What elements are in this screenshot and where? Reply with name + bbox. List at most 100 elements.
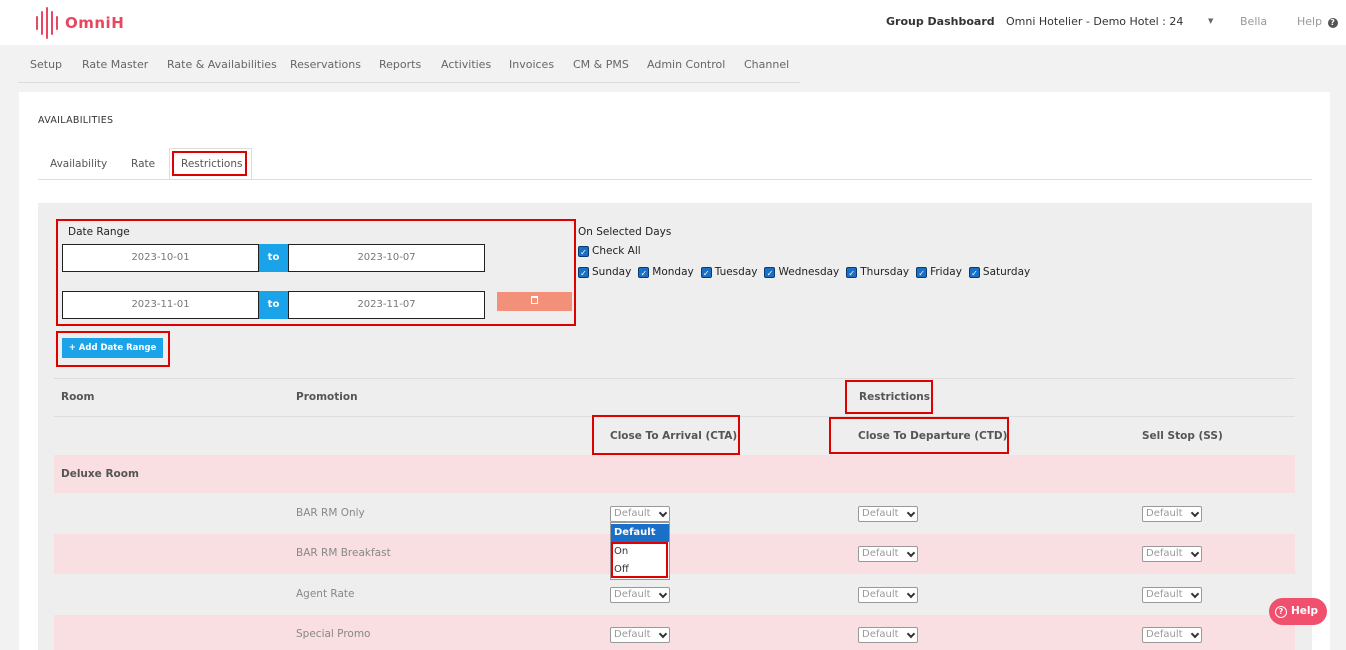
- chevron-down-icon: [1190, 508, 1200, 518]
- checkbox-checked-icon: ✓: [578, 266, 589, 278]
- help-link[interactable]: Help ?: [1297, 15, 1338, 28]
- help-button[interactable]: ? Help: [1269, 598, 1327, 625]
- promotion-name: Agent Rate: [296, 588, 355, 600]
- caret-down-icon[interactable]: ▼: [1208, 17, 1213, 25]
- chevron-down-icon: [906, 629, 916, 639]
- tab-availability[interactable]: Availability: [50, 158, 107, 170]
- ctd-select[interactable]: Default: [858, 627, 918, 643]
- dropdown-option-default[interactable]: Default: [611, 524, 669, 542]
- tab-rate[interactable]: Rate: [131, 158, 155, 170]
- day-thursday-checkbox[interactable]: ✓ Thursday: [846, 266, 909, 278]
- nav-divider: [18, 82, 800, 83]
- nav-cm-pms[interactable]: CM & PMS: [573, 58, 629, 71]
- checkbox-checked-icon: ✓: [638, 266, 650, 278]
- chevron-down-icon: [906, 548, 916, 558]
- table-row: Special Promo Default Default Default: [54, 615, 1295, 650]
- select-value: Default: [862, 548, 899, 559]
- check-all-row: ✓ Check All: [578, 245, 648, 257]
- select-value: Default: [1146, 589, 1183, 600]
- checkbox-checked-icon: ✓: [916, 266, 928, 278]
- col-cta: Close To Arrival (CTA): [610, 430, 738, 442]
- select-value: Default: [614, 589, 651, 600]
- col-promotion: Promotion: [296, 391, 358, 403]
- select-value: Default: [862, 508, 899, 519]
- chevron-down-icon: [658, 589, 668, 599]
- day-friday-checkbox[interactable]: ✓ Friday: [916, 266, 962, 278]
- delete-range-button[interactable]: [497, 292, 572, 311]
- ss-select[interactable]: Default: [1142, 506, 1202, 522]
- day-label: Thursday: [860, 266, 910, 278]
- day-label: Sunday: [592, 266, 632, 278]
- chevron-down-icon: [658, 629, 668, 639]
- ss-select[interactable]: Default: [1142, 546, 1202, 562]
- date-to-input[interactable]: 2023-10-07: [288, 244, 485, 272]
- col-ss: Sell Stop (SS): [1142, 430, 1223, 442]
- select-value: Default: [862, 629, 899, 640]
- chevron-down-icon: [1190, 548, 1200, 558]
- hotel-selector[interactable]: Omni Hotelier - Demo Hotel : 24: [1006, 15, 1183, 28]
- day-tuesday-checkbox[interactable]: ✓ Tuesday: [700, 266, 758, 278]
- select-value: Default: [614, 508, 651, 519]
- nav-reports[interactable]: Reports: [379, 58, 421, 71]
- logo-bars-icon: [36, 7, 58, 39]
- room-group-row: Deluxe Room: [54, 455, 1295, 493]
- checkbox-checked-icon: ✓: [578, 245, 589, 257]
- group-dashboard-link[interactable]: Group Dashboard: [886, 15, 995, 28]
- cta-select[interactable]: Default: [610, 587, 670, 603]
- table-header-divider: [54, 378, 1295, 379]
- day-label: Monday: [652, 266, 694, 278]
- to-label: to: [259, 244, 288, 272]
- day-saturday-checkbox[interactable]: ✓ Saturday: [968, 266, 1030, 278]
- date-from-input[interactable]: 2023-10-01: [62, 244, 259, 272]
- checkbox-checked-icon: ✓: [968, 266, 980, 278]
- check-all-checkbox[interactable]: ✓ Check All: [578, 245, 641, 257]
- trash-icon: [531, 296, 538, 304]
- check-all-label: Check All: [592, 245, 641, 257]
- select-value: Default: [1146, 548, 1183, 559]
- highlight-restrictions-tab: [172, 151, 247, 176]
- ctd-select[interactable]: Default: [858, 506, 918, 522]
- select-value: Default: [614, 629, 651, 640]
- help-label: Help: [1297, 15, 1323, 28]
- nav-admin-control[interactable]: Admin Control: [647, 58, 725, 71]
- brand-name: OmniH: [65, 14, 125, 32]
- top-bar: OmniH Group Dashboard Omni Hotelier - De…: [0, 0, 1346, 45]
- ss-select[interactable]: Default: [1142, 627, 1202, 643]
- date-to-input[interactable]: 2023-11-07: [288, 291, 485, 319]
- promotion-name: BAR RM Breakfast: [296, 547, 391, 559]
- ctd-select[interactable]: Default: [858, 587, 918, 603]
- user-menu[interactable]: Bella: [1240, 15, 1267, 28]
- day-sunday-checkbox[interactable]: ✓ Sunday: [578, 266, 631, 278]
- help-button-label: Help: [1291, 605, 1319, 617]
- to-label: to: [259, 291, 288, 319]
- nav-activities[interactable]: Activities: [441, 58, 491, 71]
- day-label: Friday: [930, 266, 962, 278]
- date-range-label: Date Range: [68, 226, 130, 238]
- date-from-input[interactable]: 2023-11-01: [62, 291, 259, 319]
- nav-reservations[interactable]: Reservations: [290, 58, 361, 71]
- day-wednesday-checkbox[interactable]: ✓ Wednesday: [764, 266, 839, 278]
- omnih-logo[interactable]: OmniH: [36, 6, 124, 40]
- chevron-down-icon: [658, 508, 668, 518]
- table-row: BAR RM Breakfast Default Default: [54, 534, 1295, 574]
- nav-rate-master[interactable]: Rate Master: [82, 58, 148, 71]
- ctd-select[interactable]: Default: [858, 546, 918, 562]
- day-monday-checkbox[interactable]: ✓ Monday: [638, 266, 694, 278]
- add-date-range-button[interactable]: + Add Date Range: [62, 338, 163, 358]
- cta-select[interactable]: Default: [610, 627, 670, 643]
- day-label: Tuesday: [714, 266, 758, 278]
- checkbox-checked-icon: ✓: [846, 266, 858, 278]
- nav-rate-availabilities[interactable]: Rate & Availabilities: [167, 58, 277, 71]
- main-nav: Setup Rate Master Rate & Availabilities …: [0, 45, 1346, 83]
- question-icon: ?: [1327, 18, 1338, 28]
- days-row: ✓ Sunday ✓ Monday ✓ Tuesday ✓ Wednesday ✓ Thu…: [578, 266, 1037, 278]
- room-name: Deluxe Room: [61, 468, 139, 480]
- select-value: Default: [1146, 508, 1183, 519]
- cta-select[interactable]: Default: [610, 506, 670, 522]
- nav-channel[interactable]: Channel: [744, 58, 789, 71]
- table-row: Agent Rate Default Default Default: [54, 575, 1295, 615]
- ss-select[interactable]: Default: [1142, 587, 1202, 603]
- col-room: Room: [61, 391, 95, 403]
- nav-setup[interactable]: Setup: [30, 58, 62, 71]
- nav-invoices[interactable]: Invoices: [509, 58, 554, 71]
